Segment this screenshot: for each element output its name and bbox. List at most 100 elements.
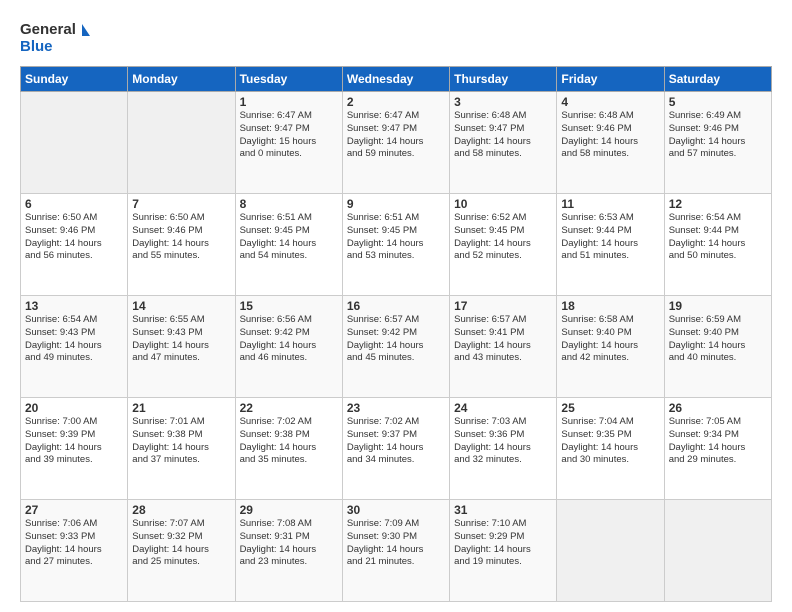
weekday-header-cell: Monday xyxy=(128,67,235,92)
day-detail: Sunrise: 6:55 AM Sunset: 9:43 PM Dayligh… xyxy=(132,314,230,365)
calendar-cell: 10Sunrise: 6:52 AM Sunset: 9:45 PM Dayli… xyxy=(450,194,557,296)
day-detail: Sunrise: 7:07 AM Sunset: 9:32 PM Dayligh… xyxy=(132,518,230,569)
calendar-cell: 7Sunrise: 6:50 AM Sunset: 9:46 PM Daylig… xyxy=(128,194,235,296)
day-number: 26 xyxy=(669,401,767,415)
day-number: 22 xyxy=(240,401,338,415)
day-number: 13 xyxy=(25,299,123,313)
calendar-week-row: 13Sunrise: 6:54 AM Sunset: 9:43 PM Dayli… xyxy=(21,296,772,398)
calendar-cell: 17Sunrise: 6:57 AM Sunset: 9:41 PM Dayli… xyxy=(450,296,557,398)
calendar-cell: 8Sunrise: 6:51 AM Sunset: 9:45 PM Daylig… xyxy=(235,194,342,296)
day-detail: Sunrise: 7:02 AM Sunset: 9:37 PM Dayligh… xyxy=(347,416,445,467)
day-detail: Sunrise: 6:59 AM Sunset: 9:40 PM Dayligh… xyxy=(669,314,767,365)
calendar-cell: 3Sunrise: 6:48 AM Sunset: 9:47 PM Daylig… xyxy=(450,92,557,194)
calendar-cell: 15Sunrise: 6:56 AM Sunset: 9:42 PM Dayli… xyxy=(235,296,342,398)
svg-text:General: General xyxy=(20,21,76,38)
day-detail: Sunrise: 6:50 AM Sunset: 9:46 PM Dayligh… xyxy=(25,212,123,263)
day-number: 31 xyxy=(454,503,552,517)
logo: General Blue xyxy=(20,16,90,56)
day-number: 3 xyxy=(454,95,552,109)
calendar-cell: 28Sunrise: 7:07 AM Sunset: 9:32 PM Dayli… xyxy=(128,500,235,602)
calendar-cell: 2Sunrise: 6:47 AM Sunset: 9:47 PM Daylig… xyxy=(342,92,449,194)
day-number: 15 xyxy=(240,299,338,313)
day-detail: Sunrise: 6:57 AM Sunset: 9:41 PM Dayligh… xyxy=(454,314,552,365)
calendar-cell: 9Sunrise: 6:51 AM Sunset: 9:45 PM Daylig… xyxy=(342,194,449,296)
day-number: 20 xyxy=(25,401,123,415)
day-detail: Sunrise: 6:48 AM Sunset: 9:46 PM Dayligh… xyxy=(561,110,659,161)
day-detail: Sunrise: 7:00 AM Sunset: 9:39 PM Dayligh… xyxy=(25,416,123,467)
day-number: 4 xyxy=(561,95,659,109)
calendar-cell xyxy=(21,92,128,194)
header: General Blue xyxy=(20,16,772,56)
calendar: SundayMondayTuesdayWednesdayThursdayFrid… xyxy=(20,66,772,602)
calendar-cell: 5Sunrise: 6:49 AM Sunset: 9:46 PM Daylig… xyxy=(664,92,771,194)
day-detail: Sunrise: 7:01 AM Sunset: 9:38 PM Dayligh… xyxy=(132,416,230,467)
day-detail: Sunrise: 6:52 AM Sunset: 9:45 PM Dayligh… xyxy=(454,212,552,263)
day-detail: Sunrise: 6:47 AM Sunset: 9:47 PM Dayligh… xyxy=(347,110,445,161)
day-detail: Sunrise: 7:05 AM Sunset: 9:34 PM Dayligh… xyxy=(669,416,767,467)
day-number: 6 xyxy=(25,197,123,211)
day-detail: Sunrise: 7:10 AM Sunset: 9:29 PM Dayligh… xyxy=(454,518,552,569)
weekday-header-cell: Saturday xyxy=(664,67,771,92)
calendar-cell: 1Sunrise: 6:47 AM Sunset: 9:47 PM Daylig… xyxy=(235,92,342,194)
day-detail: Sunrise: 7:06 AM Sunset: 9:33 PM Dayligh… xyxy=(25,518,123,569)
calendar-cell: 19Sunrise: 6:59 AM Sunset: 9:40 PM Dayli… xyxy=(664,296,771,398)
page: General Blue SundayMondayTuesdayWednesda… xyxy=(0,0,792,612)
day-number: 8 xyxy=(240,197,338,211)
calendar-cell: 14Sunrise: 6:55 AM Sunset: 9:43 PM Dayli… xyxy=(128,296,235,398)
day-number: 12 xyxy=(669,197,767,211)
calendar-cell: 11Sunrise: 6:53 AM Sunset: 9:44 PM Dayli… xyxy=(557,194,664,296)
day-number: 25 xyxy=(561,401,659,415)
weekday-header-row: SundayMondayTuesdayWednesdayThursdayFrid… xyxy=(21,67,772,92)
calendar-week-row: 6Sunrise: 6:50 AM Sunset: 9:46 PM Daylig… xyxy=(21,194,772,296)
calendar-cell: 18Sunrise: 6:58 AM Sunset: 9:40 PM Dayli… xyxy=(557,296,664,398)
day-detail: Sunrise: 6:54 AM Sunset: 9:43 PM Dayligh… xyxy=(25,314,123,365)
weekday-header-cell: Friday xyxy=(557,67,664,92)
day-number: 19 xyxy=(669,299,767,313)
calendar-cell: 31Sunrise: 7:10 AM Sunset: 9:29 PM Dayli… xyxy=(450,500,557,602)
day-number: 1 xyxy=(240,95,338,109)
calendar-cell: 22Sunrise: 7:02 AM Sunset: 9:38 PM Dayli… xyxy=(235,398,342,500)
weekday-header-cell: Tuesday xyxy=(235,67,342,92)
day-number: 23 xyxy=(347,401,445,415)
day-detail: Sunrise: 7:02 AM Sunset: 9:38 PM Dayligh… xyxy=(240,416,338,467)
calendar-week-row: 1Sunrise: 6:47 AM Sunset: 9:47 PM Daylig… xyxy=(21,92,772,194)
day-detail: Sunrise: 6:49 AM Sunset: 9:46 PM Dayligh… xyxy=(669,110,767,161)
calendar-cell: 13Sunrise: 6:54 AM Sunset: 9:43 PM Dayli… xyxy=(21,296,128,398)
day-number: 5 xyxy=(669,95,767,109)
day-detail: Sunrise: 6:56 AM Sunset: 9:42 PM Dayligh… xyxy=(240,314,338,365)
weekday-header-cell: Wednesday xyxy=(342,67,449,92)
calendar-cell xyxy=(664,500,771,602)
calendar-cell: 26Sunrise: 7:05 AM Sunset: 9:34 PM Dayli… xyxy=(664,398,771,500)
day-number: 9 xyxy=(347,197,445,211)
day-number: 2 xyxy=(347,95,445,109)
day-number: 7 xyxy=(132,197,230,211)
day-detail: Sunrise: 6:54 AM Sunset: 9:44 PM Dayligh… xyxy=(669,212,767,263)
calendar-cell: 24Sunrise: 7:03 AM Sunset: 9:36 PM Dayli… xyxy=(450,398,557,500)
day-number: 10 xyxy=(454,197,552,211)
day-detail: Sunrise: 6:47 AM Sunset: 9:47 PM Dayligh… xyxy=(240,110,338,161)
day-number: 14 xyxy=(132,299,230,313)
calendar-cell: 4Sunrise: 6:48 AM Sunset: 9:46 PM Daylig… xyxy=(557,92,664,194)
day-number: 21 xyxy=(132,401,230,415)
day-detail: Sunrise: 7:03 AM Sunset: 9:36 PM Dayligh… xyxy=(454,416,552,467)
weekday-header-cell: Thursday xyxy=(450,67,557,92)
day-detail: Sunrise: 6:51 AM Sunset: 9:45 PM Dayligh… xyxy=(347,212,445,263)
day-detail: Sunrise: 7:08 AM Sunset: 9:31 PM Dayligh… xyxy=(240,518,338,569)
calendar-cell: 27Sunrise: 7:06 AM Sunset: 9:33 PM Dayli… xyxy=(21,500,128,602)
day-number: 18 xyxy=(561,299,659,313)
calendar-cell: 20Sunrise: 7:00 AM Sunset: 9:39 PM Dayli… xyxy=(21,398,128,500)
calendar-cell: 16Sunrise: 6:57 AM Sunset: 9:42 PM Dayli… xyxy=(342,296,449,398)
svg-text:Blue: Blue xyxy=(20,38,53,55)
day-detail: Sunrise: 6:50 AM Sunset: 9:46 PM Dayligh… xyxy=(132,212,230,263)
day-number: 24 xyxy=(454,401,552,415)
calendar-week-row: 27Sunrise: 7:06 AM Sunset: 9:33 PM Dayli… xyxy=(21,500,772,602)
day-detail: Sunrise: 7:04 AM Sunset: 9:35 PM Dayligh… xyxy=(561,416,659,467)
calendar-cell: 12Sunrise: 6:54 AM Sunset: 9:44 PM Dayli… xyxy=(664,194,771,296)
calendar-cell: 29Sunrise: 7:08 AM Sunset: 9:31 PM Dayli… xyxy=(235,500,342,602)
day-detail: Sunrise: 6:58 AM Sunset: 9:40 PM Dayligh… xyxy=(561,314,659,365)
logo-svg: General Blue xyxy=(20,16,90,56)
day-detail: Sunrise: 6:53 AM Sunset: 9:44 PM Dayligh… xyxy=(561,212,659,263)
day-number: 27 xyxy=(25,503,123,517)
calendar-cell: 21Sunrise: 7:01 AM Sunset: 9:38 PM Dayli… xyxy=(128,398,235,500)
day-number: 17 xyxy=(454,299,552,313)
